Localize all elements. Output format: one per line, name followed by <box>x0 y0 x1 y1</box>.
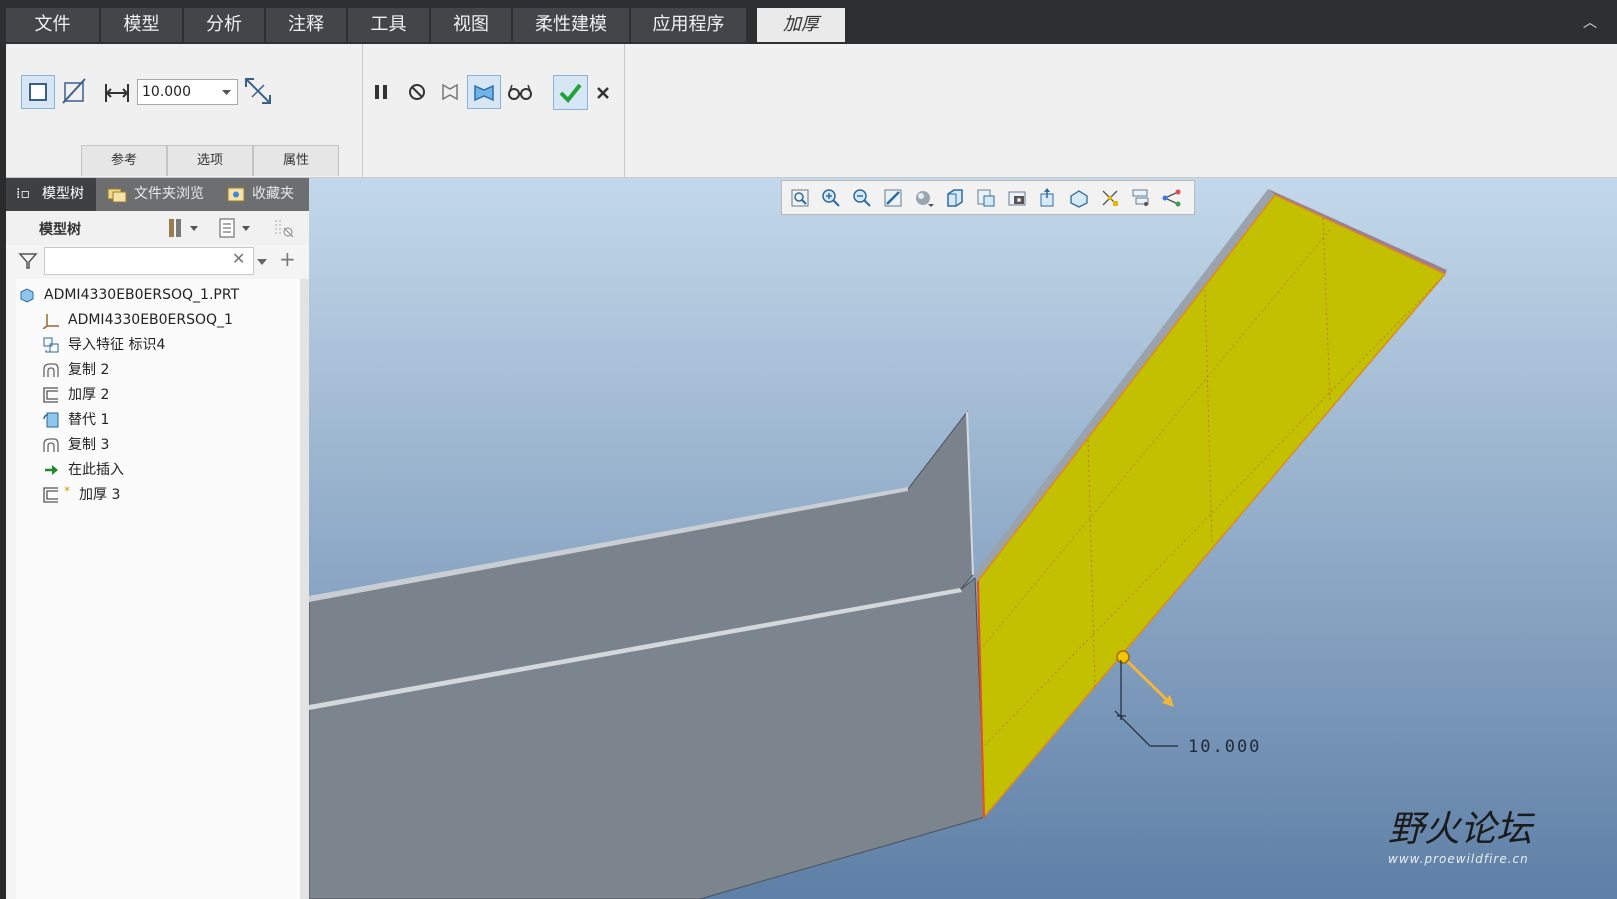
tree-item-label: 复制 2 <box>68 362 110 378</box>
tab-properties[interactable]: 属性 <box>253 145 339 176</box>
model-tree-icon: ⁞▫ <box>16 186 30 202</box>
display-style-icon[interactable] <box>914 188 934 208</box>
import-feature-icon <box>42 336 60 354</box>
tree-scrollbar[interactable] <box>300 279 309 899</box>
pause-icon[interactable] <box>365 76 397 108</box>
menu-tab-tools[interactable]: 工具 <box>348 8 429 42</box>
annotation-display-icon[interactable] <box>1069 188 1089 208</box>
navigator-panel: ⁞▫ 模型树 文件夹浏览 收藏夹 模型树 ✕ + ADMI4330EB0ERSO… <box>6 178 309 899</box>
model-tree-header: 模型树 <box>6 211 309 245</box>
search-options-dropdown-icon[interactable] <box>256 253 268 272</box>
model-tree-title: 模型树 <box>39 222 81 238</box>
ribbon: 参考 选项 属性 <box>6 44 1617 178</box>
tree-item-label: 复制 3 <box>68 437 110 453</box>
copy-surface-icon <box>42 361 60 379</box>
datum-display-icon[interactable] <box>1100 188 1120 208</box>
thickness-dimension-label[interactable]: 10.000 <box>1188 737 1261 757</box>
menu-bar: 文件 模型 分析 注释 工具 视图 柔性建模 应用程序 加厚 ︿ <box>0 0 1617 44</box>
view-toolbar <box>781 180 1195 215</box>
forum-watermark: 野火论坛 www.proewildfire.cn <box>1388 800 1532 866</box>
tab-model-tree-label: 模型树 <box>42 186 84 202</box>
zoom-out-icon[interactable] <box>852 188 872 208</box>
clear-search-icon[interactable]: ✕ <box>232 249 245 268</box>
menu-tab-flexible-modeling[interactable]: 柔性建模 <box>513 8 629 42</box>
show-hidden-icon[interactable] <box>272 216 298 244</box>
navigator-tabs: ⁞▫ 模型树 文件夹浏览 收藏夹 <box>6 178 309 211</box>
tab-model-tree[interactable]: ⁞▫ 模型树 <box>6 178 96 211</box>
coordinate-display-icon[interactable] <box>1162 188 1182 208</box>
part-icon <box>18 286 36 304</box>
refit-icon[interactable] <box>790 188 810 208</box>
insert-here-arrow-icon <box>42 461 60 479</box>
no-preview-icon[interactable] <box>401 76 433 108</box>
view-manager-icon[interactable] <box>976 188 996 208</box>
tree-search-input[interactable] <box>44 247 254 275</box>
tab-folder-browser[interactable]: 文件夹浏览 <box>98 178 214 211</box>
menu-tab-thicken[interactable]: 加厚 <box>757 8 845 42</box>
thickness-value-input[interactable] <box>137 79 217 105</box>
menu-tab-model[interactable]: 模型 <box>101 8 182 42</box>
solid-thicken-icon[interactable] <box>21 75 55 109</box>
datum-points-icon[interactable] <box>1131 188 1151 208</box>
graphics-viewport[interactable] <box>309 178 1617 899</box>
filter-icon[interactable] <box>18 251 38 275</box>
tree-settings-icon[interactable] <box>166 216 202 244</box>
menu-tab-file[interactable]: 文件 <box>6 8 99 42</box>
cancel-icon[interactable] <box>588 77 620 109</box>
tab-favorites-label: 收藏夹 <box>252 186 294 202</box>
verify-icon[interactable] <box>504 76 536 108</box>
collapse-ribbon-icon[interactable]: ︿ <box>1583 12 1597 32</box>
thicken-icon <box>42 486 60 504</box>
tree-columns-icon[interactable] <box>218 216 254 244</box>
tree-item-label: ADMI4330EB0ERSOQ_1 <box>68 312 233 328</box>
ribbon-separator <box>362 44 363 177</box>
thickness-dimension-icon <box>101 77 133 109</box>
feature-preview-icon[interactable] <box>467 75 501 109</box>
zoom-in-icon[interactable] <box>821 188 841 208</box>
menu-tab-applications[interactable]: 应用程序 <box>631 8 746 42</box>
menu-tab-view[interactable]: 视图 <box>431 8 511 42</box>
remove-material-icon[interactable] <box>59 75 91 107</box>
tree-item-label: 加厚 2 <box>68 387 110 403</box>
favorites-icon <box>226 178 246 211</box>
tree-item-label: 导入特征 标识4 <box>68 337 166 353</box>
folder-icon <box>106 178 128 211</box>
model-tree: ADMI4330EB0ERSOQ_1.PRT ADMI4330EB0ERSOQ_… <box>16 279 302 899</box>
saved-orientations-icon[interactable] <box>945 188 965 208</box>
add-filter-icon[interactable]: + <box>279 247 296 271</box>
menu-tab-annotate[interactable]: 注释 <box>266 8 346 42</box>
tab-options[interactable]: 选项 <box>167 145 253 176</box>
flip-direction-icon[interactable] <box>242 75 274 107</box>
repaint-icon[interactable] <box>883 188 903 208</box>
watermark-url: www.proewildfire.cn <box>1388 852 1529 866</box>
spin-center-icon[interactable] <box>1038 188 1058 208</box>
tree-item-label: 加厚 3 <box>79 487 121 503</box>
geometry-preview-icon[interactable] <box>434 76 466 108</box>
tree-item-label: 替代 1 <box>68 412 110 428</box>
perspective-view-icon[interactable] <box>1007 188 1027 208</box>
copy-surface-icon <box>42 436 60 454</box>
new-feature-marker: * <box>64 484 70 498</box>
thicken-icon <box>42 386 60 404</box>
tab-favorites[interactable]: 收藏夹 <box>216 178 309 211</box>
replace-icon <box>42 411 60 429</box>
tree-item-label: 在此插入 <box>68 462 124 478</box>
filter-row: ✕ + <box>6 245 309 277</box>
tree-item-label: ADMI4330EB0ERSOQ_1.PRT <box>44 287 240 303</box>
watermark-title: 野火论坛 <box>1388 809 1533 850</box>
menu-tab-analysis[interactable]: 分析 <box>184 8 264 42</box>
tab-references[interactable]: 参考 <box>81 145 167 176</box>
tab-folder-browser-label: 文件夹浏览 <box>134 186 204 202</box>
ribbon-separator <box>624 44 625 177</box>
coordinate-system-icon <box>42 311 60 330</box>
thickness-dropdown-button[interactable] <box>216 79 238 105</box>
confirm-icon[interactable] <box>553 75 588 110</box>
